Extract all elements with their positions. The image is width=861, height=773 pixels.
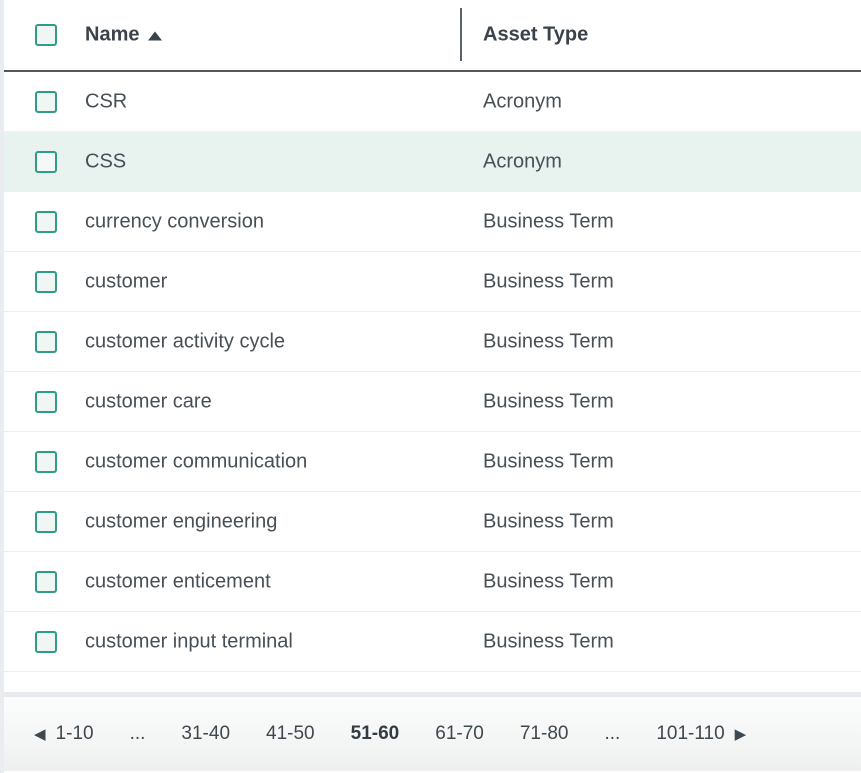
asset-name-cell: customer communication	[85, 450, 307, 473]
pagination-bar: ◀ 1-10... 31-40 41-50 51-60 61-70 71-80... 101…	[4, 697, 861, 771]
asset-table: Name Asset Type CSR Acronym CSS Acronym …	[4, 0, 861, 771]
asset-name-cell: customer input terminal	[85, 630, 293, 653]
pagination-page[interactable]: 101-110	[656, 723, 724, 745]
asset-type-cell: Acronym	[483, 90, 562, 113]
table-row[interactable]: customer Business Term	[4, 252, 861, 312]
pagination-next-button[interactable]: ▶	[735, 727, 747, 742]
asset-type-cell: Acronym	[483, 150, 562, 173]
row-checkbox[interactable]	[35, 391, 57, 413]
triangle-left-icon: ◀	[34, 725, 46, 743]
row-checkbox[interactable]	[35, 511, 57, 533]
pagination-page[interactable]: 51-60	[351, 723, 400, 745]
column-header-name-label: Name	[85, 24, 139, 47]
row-checkbox[interactable]	[35, 571, 57, 593]
table-row[interactable]: CSS Acronym	[4, 132, 861, 192]
asset-type-cell: Business Term	[483, 390, 614, 413]
table-row[interactable]: customer engineering Business Term	[4, 492, 861, 552]
table-row[interactable]: customer communication Business Term	[4, 432, 861, 492]
table-bottom-spacer	[4, 672, 861, 692]
column-divider	[460, 8, 462, 61]
pagination-prev-button[interactable]: ◀	[34, 727, 46, 742]
table-row[interactable]: customer enticement Business Term	[4, 552, 861, 612]
pagination-page[interactable]: 31-40	[181, 723, 230, 745]
row-checkbox[interactable]	[35, 451, 57, 473]
select-all-checkbox[interactable]	[35, 24, 57, 46]
asset-type-cell: Business Term	[483, 270, 614, 293]
pagination-page[interactable]: 41-50	[266, 723, 315, 745]
asset-type-cell: Business Term	[483, 330, 614, 353]
column-header-asset-type-label: Asset Type	[483, 24, 588, 47]
asset-type-cell: Business Term	[483, 210, 614, 233]
pagination-page[interactable]: 1-10	[56, 723, 94, 745]
table-row[interactable]: currency conversion Business Term	[4, 192, 861, 252]
row-checkbox[interactable]	[35, 211, 57, 233]
row-checkbox[interactable]	[35, 331, 57, 353]
asset-name-cell: CSR	[85, 90, 127, 113]
asset-name-cell: customer engineering	[85, 510, 277, 533]
asset-name-cell: customer activity cycle	[85, 330, 285, 353]
table-row[interactable]: CSR Acronym	[4, 72, 861, 132]
column-header-asset-type[interactable]: Asset Type	[483, 24, 588, 47]
asset-name-cell: customer care	[85, 390, 212, 413]
asset-name-cell: customer	[85, 270, 167, 293]
column-header-name[interactable]: Name	[85, 24, 162, 47]
asset-name-cell: CSS	[85, 150, 126, 173]
asset-type-cell: Business Term	[483, 630, 614, 653]
row-checkbox[interactable]	[35, 271, 57, 293]
pagination-ellipsis: ...	[130, 723, 146, 745]
asset-type-cell: Business Term	[483, 510, 614, 533]
table-header-row: Name Asset Type	[4, 0, 861, 72]
pagination-ellipsis: ...	[604, 723, 620, 745]
table-body: CSR Acronym CSS Acronym currency convers…	[4, 72, 861, 672]
row-checkbox[interactable]	[35, 631, 57, 653]
asset-type-cell: Business Term	[483, 570, 614, 593]
row-checkbox[interactable]	[35, 151, 57, 173]
asset-type-cell: Business Term	[483, 450, 614, 473]
sort-ascending-icon	[148, 32, 162, 41]
asset-name-cell: currency conversion	[85, 210, 264, 233]
table-row[interactable]: customer input terminal Business Term	[4, 612, 861, 672]
pagination-page[interactable]: 61-70	[435, 723, 484, 745]
table-row[interactable]: customer activity cycle Business Term	[4, 312, 861, 372]
table-row[interactable]: customer care Business Term	[4, 372, 861, 432]
triangle-right-icon: ▶	[735, 725, 747, 743]
row-checkbox[interactable]	[35, 91, 57, 113]
pagination-page[interactable]: 71-80	[520, 723, 569, 745]
asset-name-cell: customer enticement	[85, 570, 271, 593]
